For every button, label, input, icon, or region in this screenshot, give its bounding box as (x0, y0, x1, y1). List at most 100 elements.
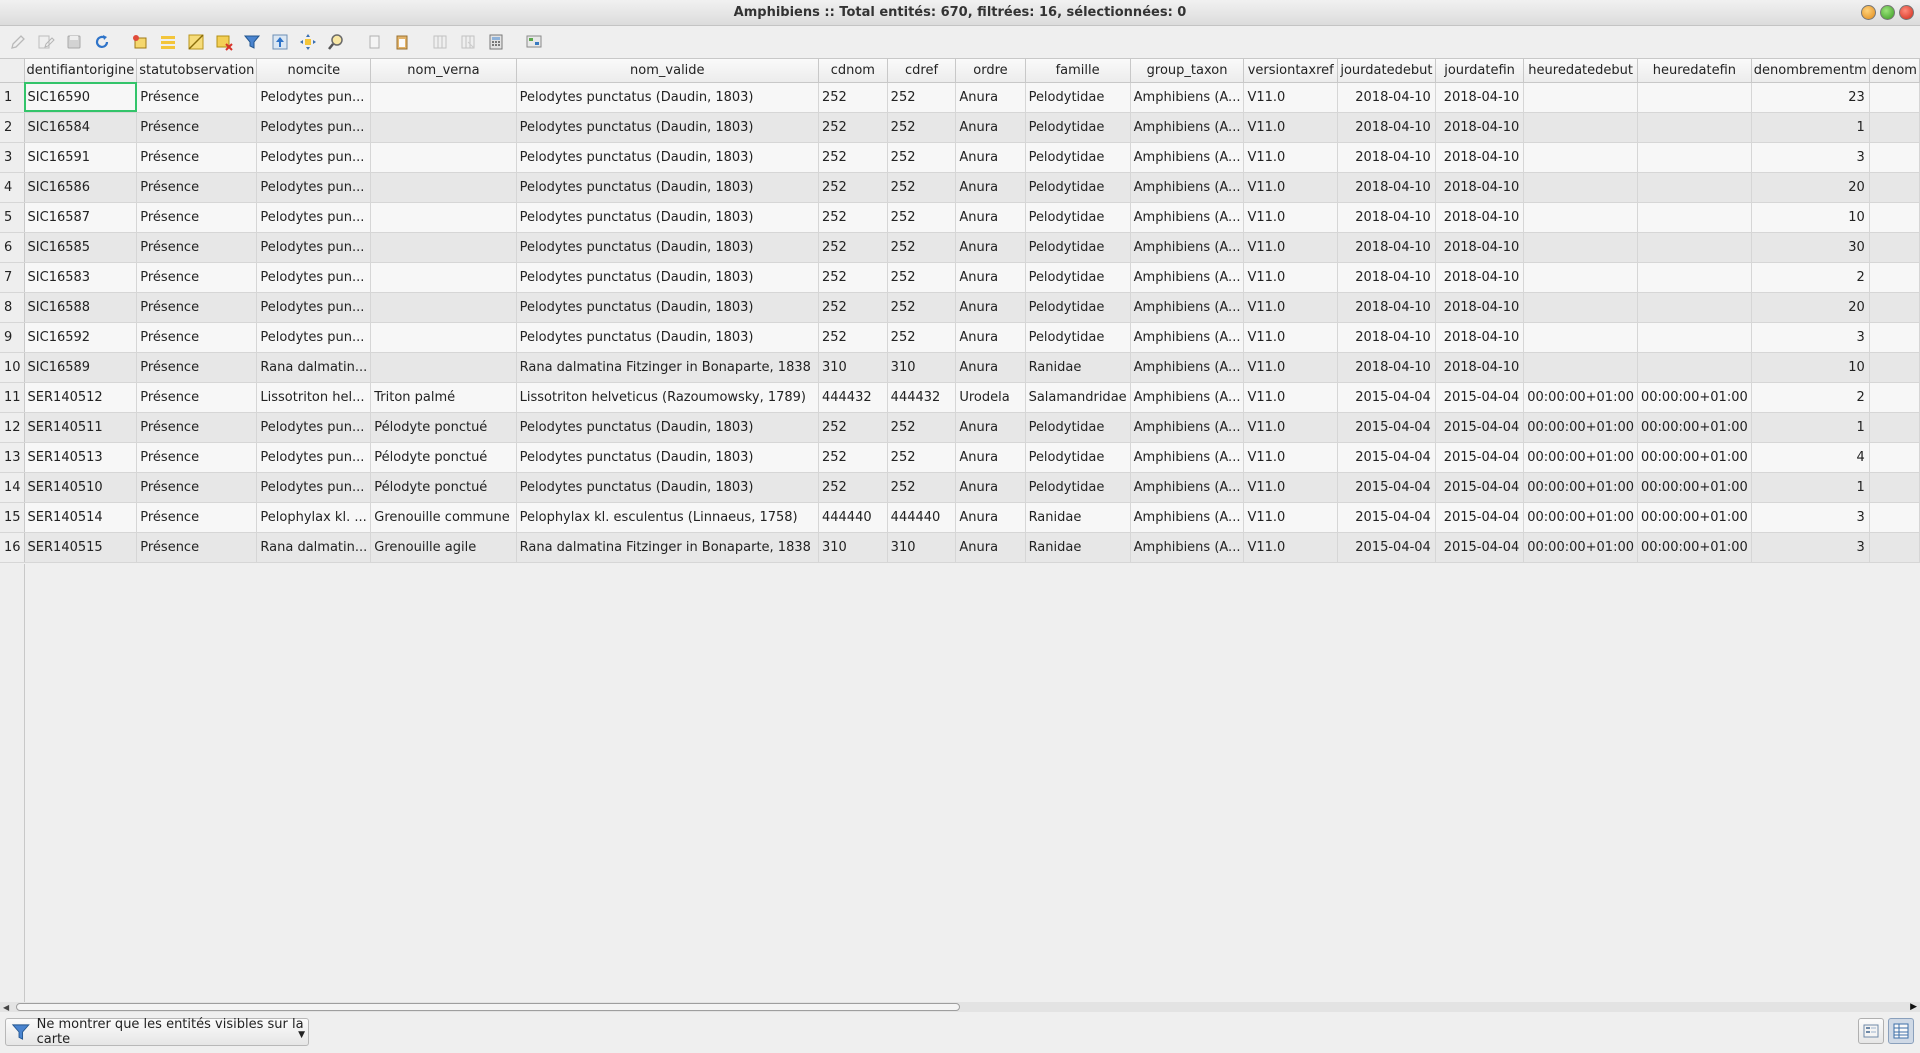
table-cell[interactable] (370, 202, 517, 233)
column-header-4[interactable]: nom_verna (370, 59, 517, 83)
table-cell[interactable] (1637, 172, 1752, 203)
table-cell[interactable]: 2018-04-10 (1435, 292, 1525, 323)
table-cell[interactable]: Amphibiens (A... (1130, 322, 1245, 353)
table-row[interactable]: 9 SIC16592 Présence Pelodytes pun... Pelodyt… (0, 322, 1920, 353)
table-cell[interactable]: Ranidae (1025, 532, 1131, 563)
table-cell[interactable]: Pelophylax kl. esculentus (Linnaeus, 175… (516, 502, 819, 533)
table-cell[interactable]: 2015-04-04 (1337, 412, 1436, 443)
row-header[interactable]: 2 (0, 112, 25, 143)
conditional-formatting-button[interactable] (522, 30, 546, 54)
table-cell[interactable]: Amphibiens (A... (1130, 142, 1245, 173)
table-cell[interactable]: 00:00:00+01:00 (1637, 532, 1752, 563)
table-cell[interactable]: Anura (955, 172, 1026, 203)
table-cell[interactable]: 252 (887, 82, 957, 113)
table-cell-overflow[interactable] (1869, 202, 1920, 233)
table-cell[interactable]: 00:00:00+01:00 (1523, 472, 1638, 503)
table-cell[interactable]: Pelodytidae (1025, 292, 1131, 323)
table-cell[interactable]: Pelodytes punctatus (Daudin, 1803) (516, 232, 819, 263)
table-cell[interactable] (1637, 262, 1752, 293)
table-cell[interactable]: Pelodytes pun... (256, 112, 372, 143)
select-all-button[interactable] (156, 30, 180, 54)
table-cell[interactable]: 00:00:00+01:00 (1637, 442, 1752, 473)
table-cell[interactable]: 2015-04-04 (1435, 472, 1525, 503)
table-cell[interactable]: 252 (818, 412, 888, 443)
table-cell[interactable] (370, 322, 517, 353)
table-cell[interactable]: 2018-04-10 (1435, 142, 1525, 173)
table-cell[interactable]: Ranidae (1025, 352, 1131, 383)
table-cell[interactable]: 252 (818, 262, 888, 293)
table-cell[interactable]: 252 (818, 232, 888, 263)
table-cell[interactable]: 2018-04-10 (1337, 82, 1436, 113)
table-cell[interactable]: SER140514 (24, 502, 138, 533)
deselect-all-button[interactable] (212, 30, 236, 54)
invert-selection-button[interactable] (184, 30, 208, 54)
table-cell[interactable] (1523, 112, 1638, 143)
table-cell[interactable]: 4 (1751, 442, 1870, 473)
table-cell[interactable]: Pelodytidae (1025, 322, 1131, 353)
table-row[interactable]: 15 SER140514 Présence Pelophylax kl. ... Gre… (0, 502, 1920, 533)
table-cell-overflow[interactable] (1869, 382, 1920, 413)
table-cell[interactable]: V11.0 (1243, 262, 1338, 293)
table-cell[interactable]: 2015-04-04 (1337, 502, 1436, 533)
column-header-16[interactable]: denombrementm (1751, 59, 1870, 83)
table-cell[interactable]: Pelodytes punctatus (Daudin, 1803) (516, 442, 819, 473)
table-cell[interactable]: Pelodytes pun... (256, 172, 372, 203)
table-cell[interactable]: 20 (1751, 292, 1870, 323)
table-cell[interactable]: Anura (955, 232, 1026, 263)
table-cell[interactable]: Salamandridae (1025, 382, 1131, 413)
column-header-13[interactable]: jourdatefin (1435, 59, 1525, 83)
table-cell[interactable]: Pelodytes pun... (256, 262, 372, 293)
table-cell[interactable]: Présence (136, 142, 258, 173)
table-cell[interactable]: 2015-04-04 (1435, 382, 1525, 413)
table-cell[interactable]: Présence (136, 262, 258, 293)
table-cell[interactable]: Pelodytes pun... (256, 292, 372, 323)
table-cell[interactable]: Pelodytes punctatus (Daudin, 1803) (516, 112, 819, 143)
select-by-expression-button[interactable] (240, 30, 264, 54)
table-cell[interactable]: V11.0 (1243, 532, 1338, 563)
table-cell[interactable]: V11.0 (1243, 202, 1338, 233)
table-cell[interactable]: Présence (136, 232, 258, 263)
table-cell[interactable] (370, 292, 517, 323)
table-cell[interactable]: V11.0 (1243, 442, 1338, 473)
table-cell[interactable]: Pelodytes pun... (256, 412, 372, 443)
table-cell[interactable] (1637, 232, 1752, 263)
table-cell[interactable] (370, 352, 517, 383)
table-cell[interactable]: Amphibiens (A... (1130, 202, 1245, 233)
table-cell[interactable]: Pelodytes pun... (256, 442, 372, 473)
table-cell[interactable]: 2015-04-04 (1337, 442, 1436, 473)
table-cell[interactable]: 252 (887, 202, 957, 233)
table-cell[interactable]: V11.0 (1243, 412, 1338, 443)
table-cell[interactable]: Pelodytidae (1025, 142, 1131, 173)
table-cell[interactable]: 3 (1751, 532, 1870, 563)
table-cell[interactable]: V11.0 (1243, 472, 1338, 503)
table-view-button[interactable] (1888, 1018, 1914, 1044)
table-cell[interactable]: 30 (1751, 232, 1870, 263)
table-cell[interactable] (1523, 232, 1638, 263)
table-row[interactable]: 10 SIC16589 Présence Rana dalmatin... Rana d… (0, 352, 1920, 383)
table-cell[interactable]: 252 (887, 472, 957, 503)
table-cell[interactable]: SIC16584 (24, 112, 138, 143)
column-header-14[interactable]: heuredatedebut (1523, 59, 1638, 83)
table-cell[interactable]: Présence (136, 502, 258, 533)
table-row[interactable]: 7 SIC16583 Présence Pelodytes pun... Pelodyt… (0, 262, 1920, 293)
table-cell[interactable]: Pelodytes pun... (256, 142, 372, 173)
table-row[interactable]: 1 SIC16590 Présence Pelodytes pun... Pelodyt… (0, 82, 1920, 113)
column-header-3[interactable]: nomcite (256, 59, 372, 83)
table-cell[interactable]: 00:00:00+01:00 (1523, 412, 1638, 443)
table-cell[interactable]: Amphibiens (A... (1130, 82, 1245, 113)
row-header[interactable]: 10 (0, 352, 25, 383)
table-cell[interactable]: Pélodyte ponctué (370, 442, 517, 473)
table-cell[interactable]: 252 (887, 142, 957, 173)
table-cell[interactable]: 310 (818, 532, 888, 563)
table-cell[interactable]: Pelodytes pun... (256, 82, 372, 113)
attribute-table[interactable]: dentifiantorigine statutobservation nomcit… (0, 58, 1920, 1006)
table-cell[interactable]: Amphibiens (A... (1130, 412, 1245, 443)
table-cell[interactable]: Pelodytes punctatus (Daudin, 1803) (516, 292, 819, 323)
table-cell[interactable]: Pélodyte ponctué (370, 412, 517, 443)
minimize-button[interactable] (1861, 5, 1876, 20)
zoom-to-selection-button[interactable] (324, 30, 348, 54)
table-cell[interactable]: 2018-04-10 (1337, 352, 1436, 383)
table-cell[interactable]: Amphibiens (A... (1130, 292, 1245, 323)
table-cell[interactable]: Anura (955, 292, 1026, 323)
scroll-left-icon[interactable]: ◀ (3, 1003, 9, 1012)
